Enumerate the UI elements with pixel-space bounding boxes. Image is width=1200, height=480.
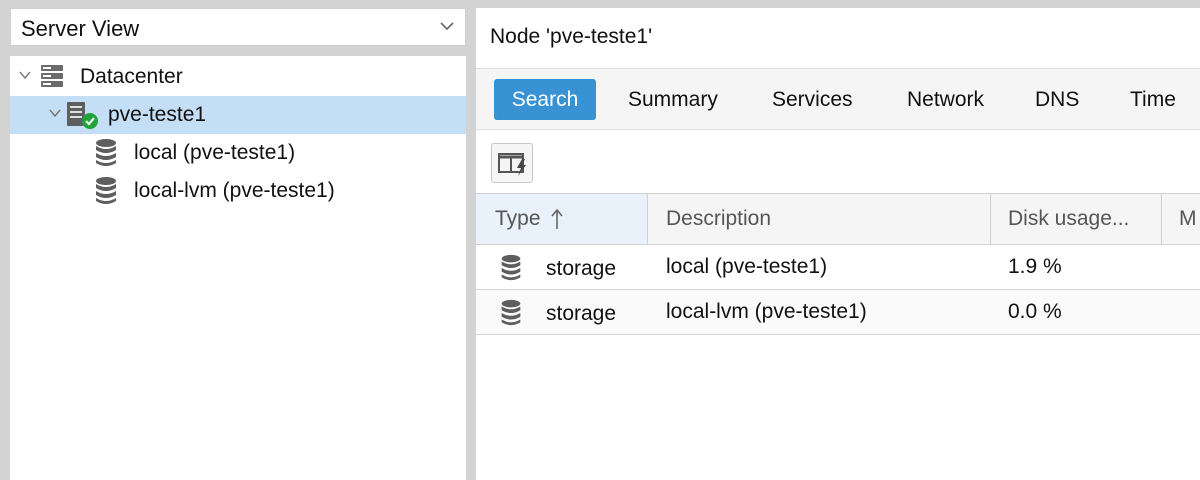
node-online-icon bbox=[67, 102, 98, 129]
column-header-label: Type bbox=[495, 207, 541, 230]
server-view-label: Server View bbox=[21, 16, 140, 41]
cell-description: local-lvm (pve-teste1) bbox=[666, 300, 867, 323]
column-header-type[interactable]: Type bbox=[476, 194, 648, 244]
tree-item-label: local (pve-teste1) bbox=[134, 141, 296, 164]
grid-toolbar bbox=[476, 130, 1200, 194]
node-panel: Node 'pve-teste1' Search Summary Service… bbox=[476, 8, 1200, 480]
toggle-panel-button[interactable] bbox=[491, 143, 533, 183]
tree-item-node[interactable]: pve-teste1 bbox=[10, 96, 466, 134]
tree-item-datacenter[interactable]: Datacenter bbox=[10, 58, 466, 96]
column-header-disk-usage[interactable]: Disk usage... bbox=[991, 194, 1162, 244]
tab-network[interactable]: Network bbox=[907, 79, 984, 120]
chevron-down-icon bbox=[440, 22, 454, 31]
tab-services[interactable]: Services bbox=[772, 79, 853, 120]
expander-icon[interactable] bbox=[48, 108, 62, 118]
tree-item-label: local-lvm (pve-teste1) bbox=[134, 179, 335, 202]
tab-search[interactable]: Search bbox=[494, 79, 596, 120]
table-row[interactable]: storage local (pve-teste1) 1.9 % bbox=[476, 245, 1200, 290]
server-view-selector[interactable]: Server View bbox=[10, 8, 466, 46]
storage-icon bbox=[501, 254, 521, 281]
tab-time[interactable]: Time bbox=[1130, 79, 1176, 120]
tree-item-storage-local[interactable]: local (pve-teste1) bbox=[10, 134, 466, 172]
grid-header: Type Description Disk usage... M bbox=[476, 194, 1200, 245]
storage-icon bbox=[501, 299, 521, 326]
storage-icon bbox=[96, 139, 116, 166]
split-panel-bolt-icon bbox=[498, 153, 526, 176]
cell-disk-usage: 1.9 % bbox=[1008, 255, 1062, 278]
tab-summary[interactable]: Summary bbox=[628, 79, 718, 120]
tree-item-label: pve-teste1 bbox=[108, 103, 207, 126]
datacenter-icon bbox=[41, 65, 63, 87]
cell-disk-usage: 0.0 % bbox=[1008, 300, 1062, 323]
storage-icon bbox=[96, 177, 116, 204]
cell-type: storage bbox=[546, 302, 617, 325]
tree-item-label: Datacenter bbox=[80, 65, 183, 88]
column-header-description[interactable]: Description bbox=[648, 194, 991, 244]
expander-icon[interactable] bbox=[18, 70, 32, 80]
sort-ascending-icon bbox=[551, 208, 563, 229]
table-row[interactable]: storage local-lvm (pve-teste1) 0.0 % bbox=[476, 290, 1200, 335]
tab-dns[interactable]: DNS bbox=[1035, 79, 1079, 120]
cell-description: local (pve-teste1) bbox=[666, 255, 828, 278]
resource-tree: Datacenter pve-teste1 local (pve-teste1) bbox=[10, 56, 466, 480]
column-header-memory[interactable]: M bbox=[1162, 194, 1200, 244]
tab-bar: Search Summary Services Network DNS Time bbox=[476, 68, 1200, 130]
page-title: Node 'pve-teste1' bbox=[490, 25, 653, 48]
cell-type: storage bbox=[546, 257, 617, 280]
tree-item-storage-local-lvm[interactable]: local-lvm (pve-teste1) bbox=[10, 172, 466, 210]
